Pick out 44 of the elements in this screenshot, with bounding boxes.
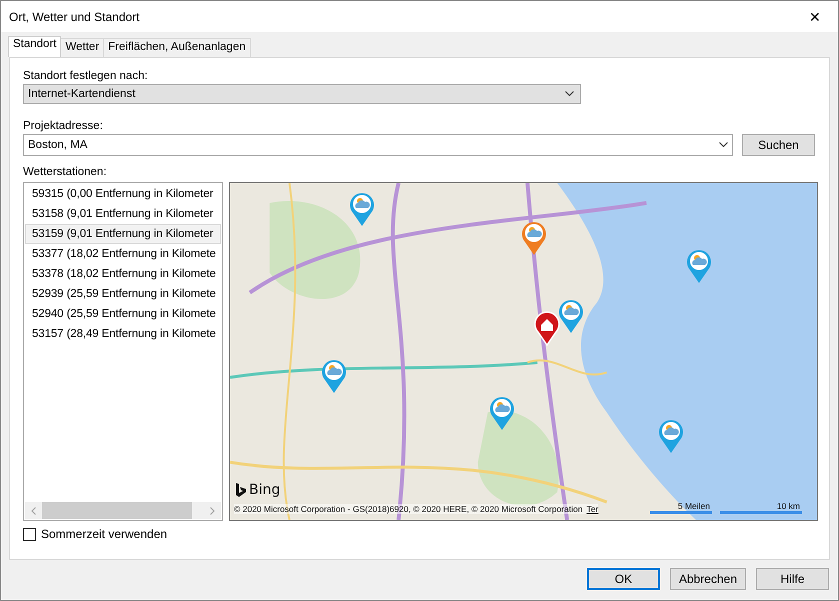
list-item[interactable]: 53158 (9,01 Entfernung in Kilometer [25, 204, 221, 224]
caret-icon [719, 142, 728, 148]
window-title: Ort, Wetter und Standort [9, 10, 140, 24]
search-button[interactable]: Suchen [742, 134, 815, 156]
list-item[interactable]: 53159 (9,01 Entfernung in Kilometer [25, 224, 221, 244]
terms-link[interactable]: Ter [586, 504, 598, 514]
list-item[interactable]: 53377 (18,02 Entfernung in Kilomete [25, 244, 221, 264]
weather-pin-icon[interactable] [557, 298, 585, 334]
location-method-dropdown[interactable]: Internet-Kartendienst [23, 84, 581, 104]
scroll-left-icon[interactable] [31, 506, 36, 514]
weather-pin-icon[interactable] [685, 248, 713, 284]
bing-logo-icon [236, 483, 246, 497]
home-pin-icon[interactable] [533, 310, 561, 346]
brand-name: Bing [249, 482, 280, 498]
list-item[interactable]: 59315 (0,00 Entfernung in Kilometer [25, 184, 221, 204]
cancel-button[interactable]: Abbrechen [670, 568, 746, 590]
ok-button[interactable]: OK [586, 568, 660, 590]
weather-pin-icon[interactable] [320, 358, 348, 394]
dropdown-value: Internet-Kartendienst [28, 88, 136, 100]
list-item[interactable]: 52939 (25,59 Entfernung in Kilomete [25, 284, 221, 304]
list-item[interactable]: 53157 (28,49 Entfernung in Kilomete [25, 324, 221, 344]
checkbox[interactable] [23, 528, 36, 540]
weather-pin-icon[interactable] [348, 191, 376, 227]
help-button[interactable]: Hilfe [756, 568, 829, 590]
scale-bar-km: 10 km [720, 501, 802, 514]
tab[interactable]: Freiflächen, Außenanlagen [103, 38, 251, 57]
caret-icon [565, 91, 574, 97]
field-value: Boston, MA [28, 139, 88, 151]
field-label: Wetterstationen: [23, 166, 108, 178]
scale-bar-miles: 5 Meilen [650, 501, 712, 514]
close-button[interactable]: ✕ [792, 1, 838, 32]
list-item[interactable]: 52940 (25,59 Entfernung in Kilomete [25, 304, 221, 324]
horizontal-scrollbar[interactable] [25, 502, 221, 519]
weather-pin-icon[interactable] [520, 220, 548, 256]
tab[interactable]: Standort [8, 36, 62, 57]
map-attribution: © 2020 Microsoft Corporation - GS(2018)6920, © 2020 HERE, © 2020 Microsoft Corporation [234, 504, 583, 514]
list-item[interactable]: 53378 (18,02 Entfernung in Kilomete [25, 264, 221, 284]
checkbox-label: Sommerzeit verwenden [41, 527, 168, 541]
weather-pin-icon[interactable] [657, 418, 685, 454]
field-label: Standort festlegen nach: [23, 70, 149, 82]
address-combo-field[interactable]: Boston, MA [23, 134, 733, 156]
weather-pin-icon[interactable] [488, 395, 516, 431]
scroll-right-icon[interactable] [210, 506, 215, 514]
field-label: Projektadresse: [23, 120, 104, 132]
